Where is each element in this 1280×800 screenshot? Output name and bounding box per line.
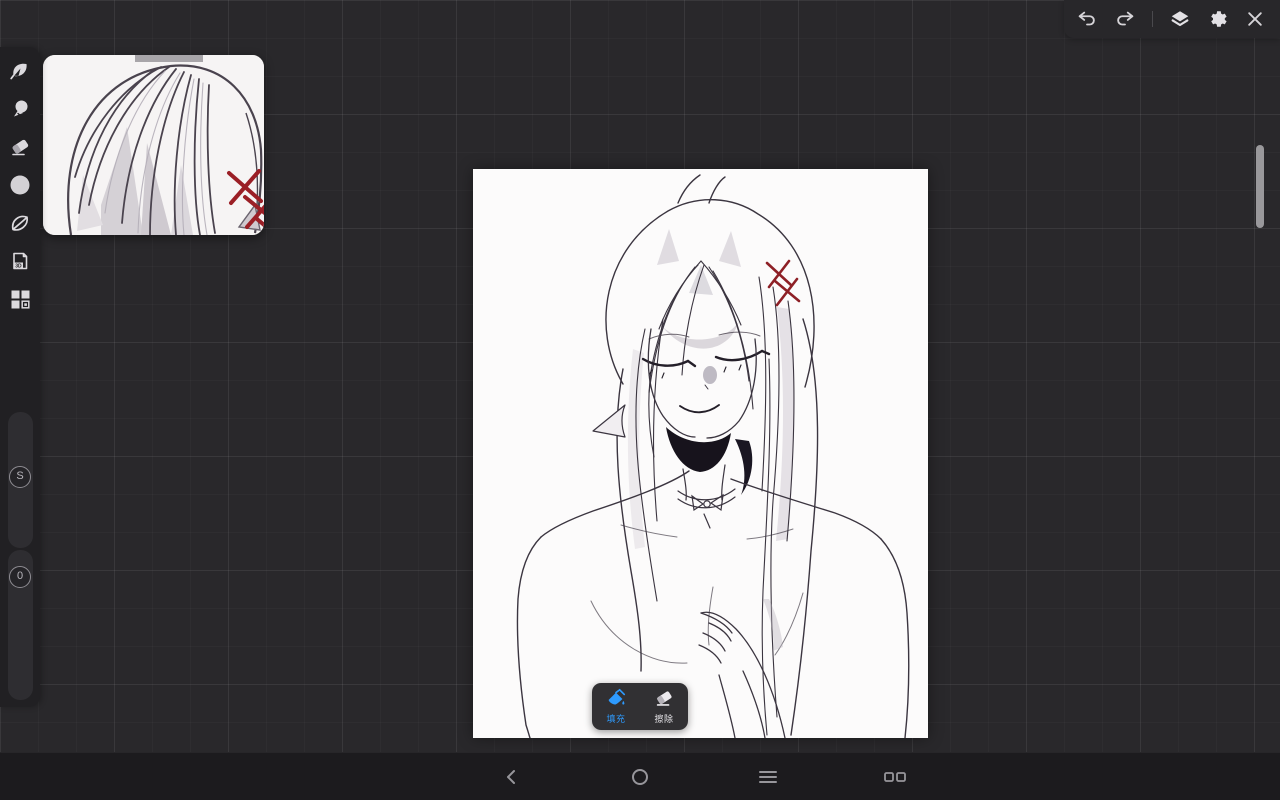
toolbar-divider	[1152, 11, 1153, 27]
left-tool-panel: 3D S 0	[0, 47, 40, 707]
nav-recents-icon[interactable]	[755, 764, 781, 790]
nav-split-screen-icon[interactable]	[882, 764, 908, 790]
paint-bucket-icon	[605, 688, 627, 710]
nav-back-icon[interactable]	[498, 764, 524, 790]
brush-size-slider-handle[interactable]: S	[9, 466, 31, 488]
paint-tool-button[interactable]	[0, 52, 40, 90]
opacity-slider-handle[interactable]: 0	[9, 566, 31, 588]
selection-tool-button[interactable]	[0, 204, 40, 242]
redo-icon[interactable]	[1114, 8, 1136, 30]
close-icon[interactable]	[1245, 8, 1266, 30]
smudge-tool-button[interactable]	[0, 90, 40, 128]
fill-button[interactable]: 填充	[592, 683, 640, 730]
settings-gear-icon[interactable]	[1207, 8, 1229, 30]
fill-toolbar: 填充 擦除	[592, 683, 688, 730]
undo-icon[interactable]	[1076, 8, 1098, 30]
eraser-icon	[653, 688, 675, 710]
layers-icon[interactable]	[1169, 8, 1191, 30]
layer-grid-button[interactable]	[0, 280, 40, 318]
erase-button[interactable]: 擦除	[640, 683, 688, 730]
canvas-scrollbar-thumb[interactable]	[1256, 145, 1264, 228]
drawing-canvas[interactable]	[473, 169, 928, 738]
canvas-3d-badge: 3D	[15, 263, 22, 269]
canvas-artwork	[473, 169, 928, 738]
nav-home-icon[interactable]	[627, 764, 653, 790]
canvas-thumbnail-preview[interactable]	[43, 55, 264, 235]
top-toolbar	[1064, 0, 1280, 38]
canvas-3d-button[interactable]: 3D	[0, 242, 40, 280]
fill-button-label: 填充	[606, 712, 625, 725]
system-nav-bar	[0, 752, 1280, 800]
thumbnail-artwork	[43, 55, 264, 235]
color-swatch-button[interactable]	[0, 166, 40, 204]
erase-button-label: 擦除	[654, 712, 673, 725]
tool-list: 3D	[0, 47, 40, 318]
eraser-tool-button[interactable]	[0, 128, 40, 166]
